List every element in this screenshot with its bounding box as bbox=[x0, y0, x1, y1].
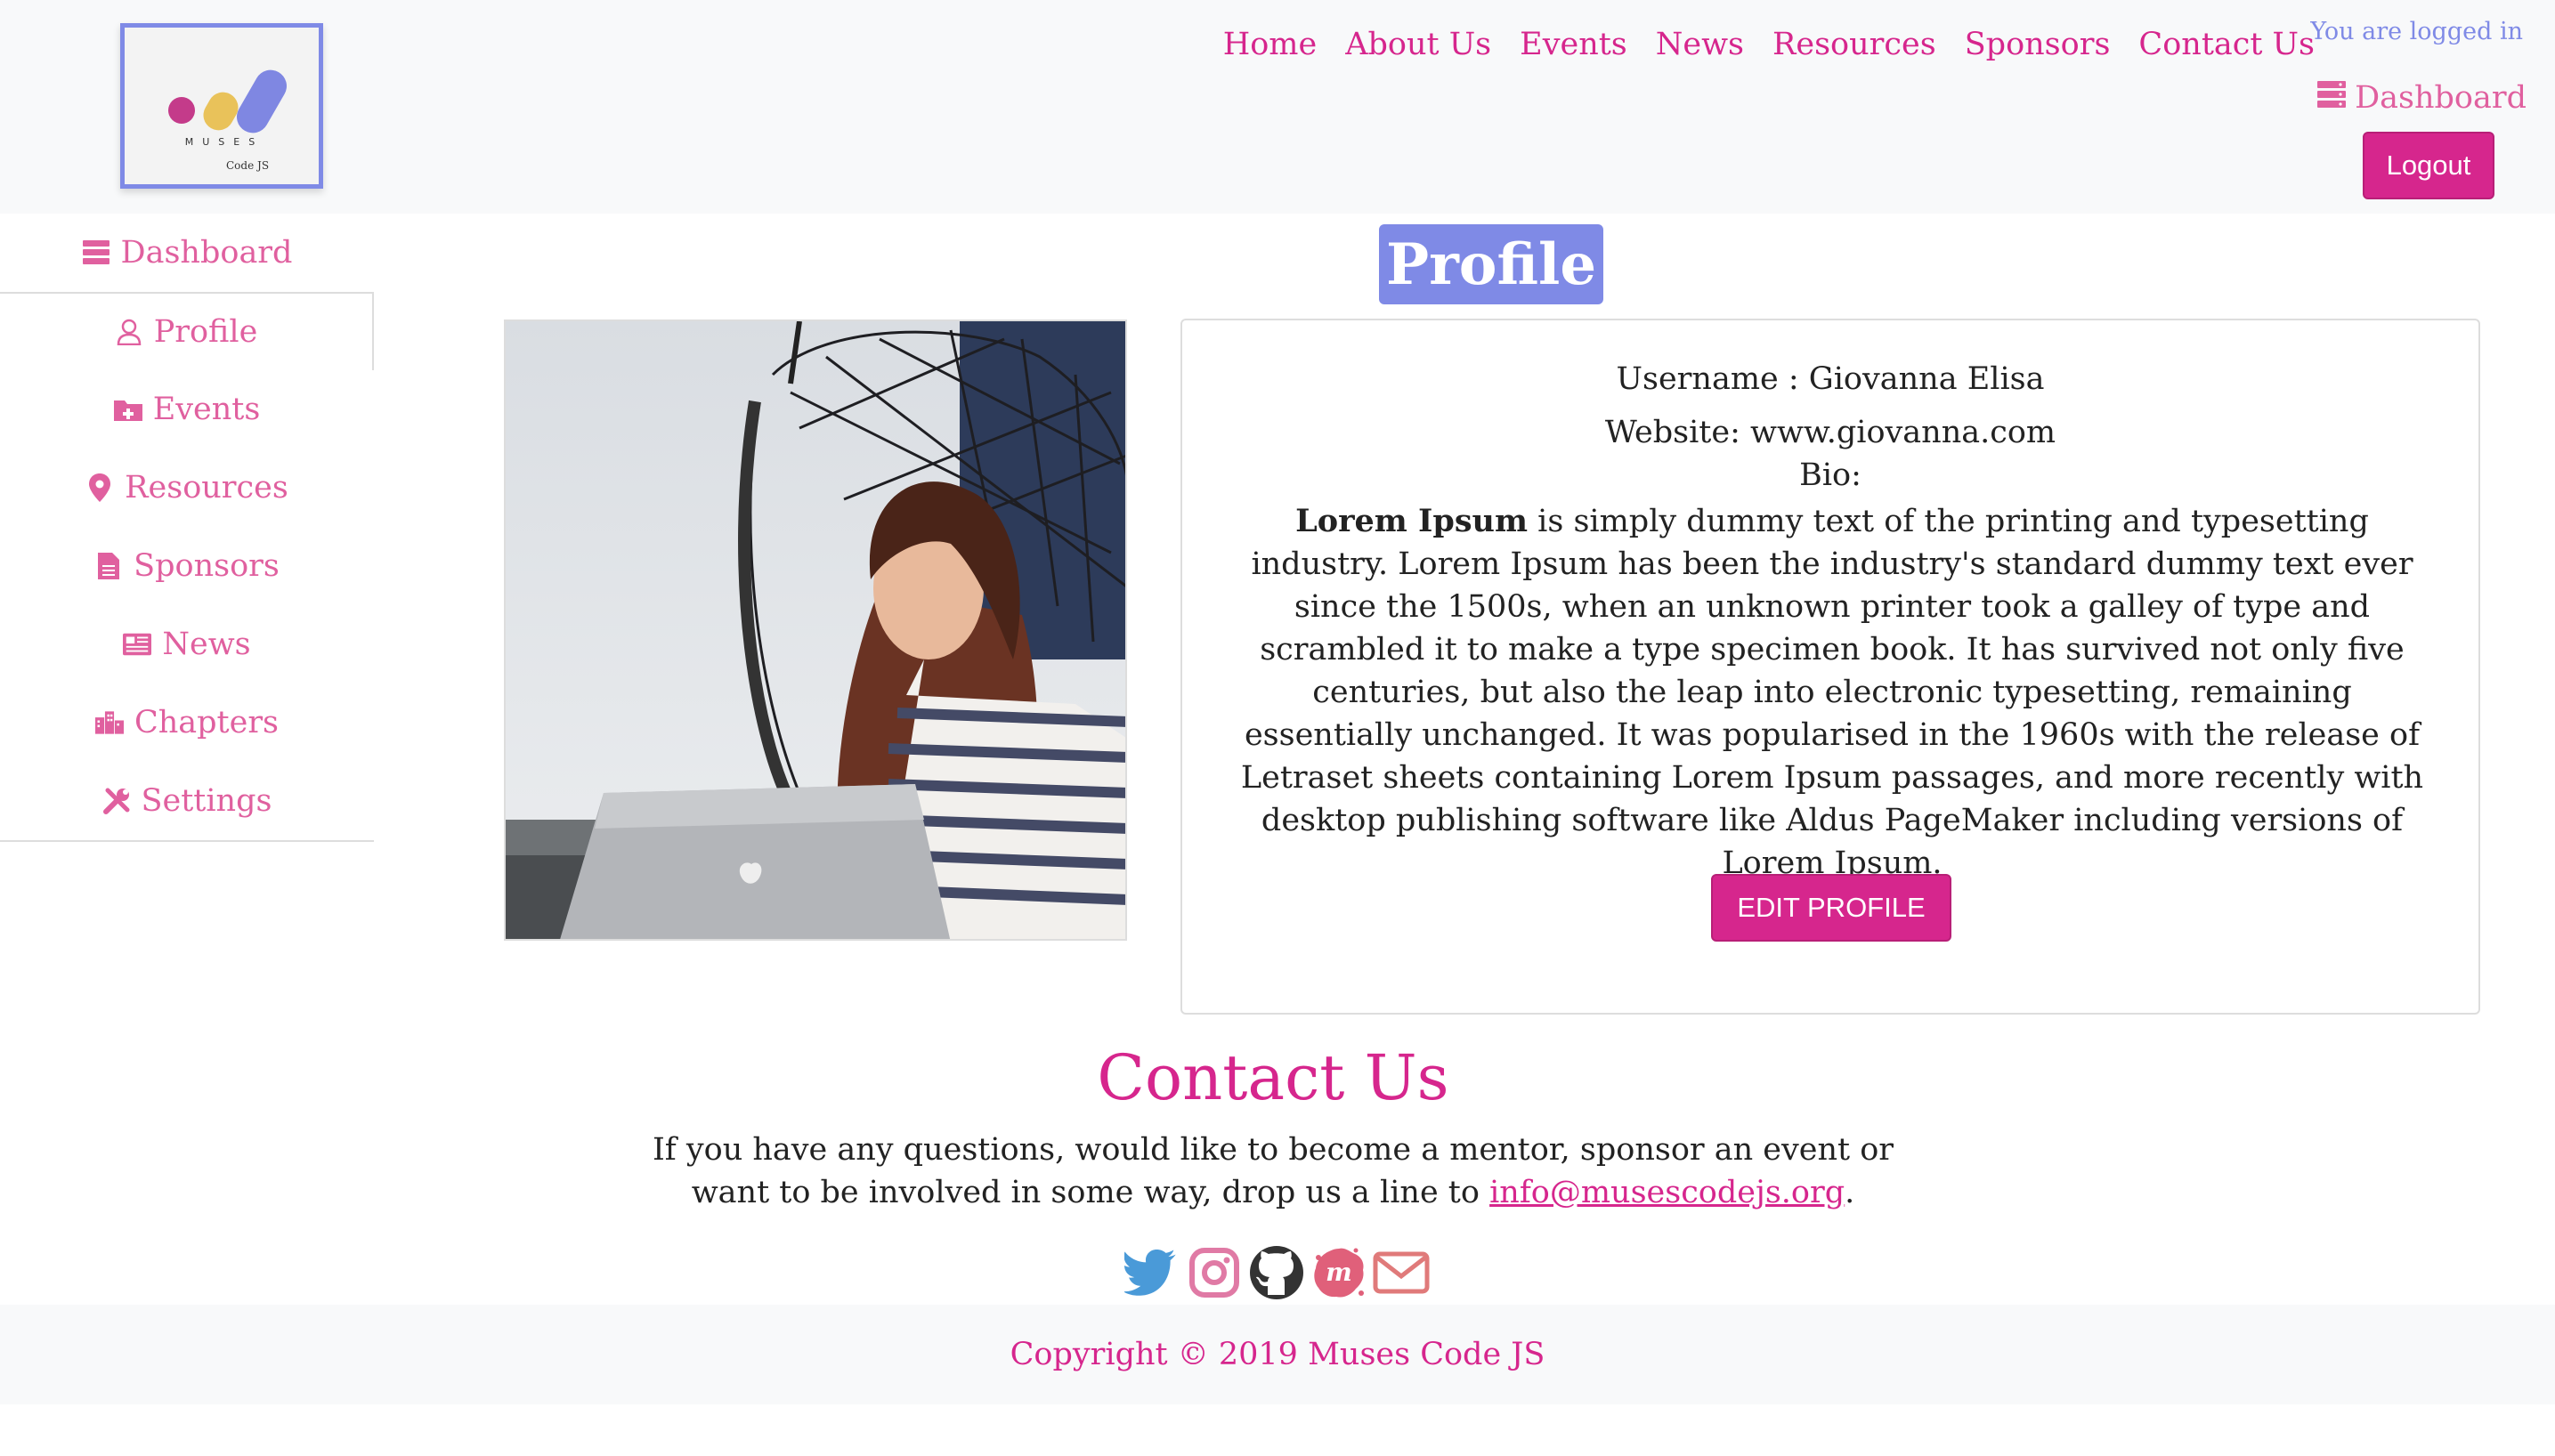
logo-name: MUSES bbox=[184, 136, 264, 148]
map-marker-icon bbox=[85, 473, 114, 502]
profile-website: Website: www.giovanna.com bbox=[1604, 415, 2056, 450]
edit-profile-button[interactable]: EDIT PROFILE bbox=[1711, 874, 1951, 942]
sidebar-item-label: Dashboard bbox=[120, 235, 293, 271]
folder-plus-icon bbox=[113, 395, 142, 424]
logo-sub: Code JS bbox=[226, 159, 270, 172]
sidebar-item-label: Profile bbox=[153, 314, 258, 350]
profile-bio-label: Bio: bbox=[1799, 457, 1862, 493]
nav-resources[interactable]: Resources bbox=[1772, 27, 1936, 62]
sidebar-item-label: Chapters bbox=[134, 705, 280, 740]
nav-sponsors[interactable]: Sponsors bbox=[1965, 27, 2111, 62]
logged-in-status: You are logged in bbox=[2310, 18, 2523, 45]
file-icon bbox=[94, 552, 123, 580]
user-icon bbox=[115, 318, 143, 346]
instagram-icon[interactable] bbox=[1186, 1244, 1243, 1301]
profile-username: Username : Giovanna Elisa bbox=[1616, 361, 2045, 397]
header: MUSES Code JS Home About Us Events News … bbox=[0, 0, 2555, 214]
sidebar-item-profile[interactable]: Profile bbox=[0, 292, 374, 370]
sidebar-item-label: Events bbox=[152, 392, 261, 427]
footer: Copyright © 2019 Muses Code JS bbox=[0, 1305, 2555, 1404]
tools-icon bbox=[102, 787, 131, 815]
contact-title: Contact Us bbox=[1097, 1041, 1449, 1114]
contact-email-link[interactable]: info@musescodejs.org bbox=[1489, 1175, 1845, 1210]
logo[interactable]: MUSES Code JS bbox=[120, 23, 323, 189]
sidebar-item-settings[interactable]: Settings bbox=[0, 762, 374, 840]
profile-card: Username : Giovanna Elisa Website: www.g… bbox=[1180, 319, 2480, 1015]
github-icon[interactable] bbox=[1248, 1244, 1305, 1301]
header-dashboard-link[interactable]: Dashboard bbox=[2317, 80, 2527, 116]
sidebar: Dashboard Profile Events Resources Spons… bbox=[0, 214, 374, 842]
contact-text: If you have any questions, would like to… bbox=[623, 1128, 1923, 1214]
header-dashboard-label: Dashboard bbox=[2355, 80, 2527, 116]
logo-dot bbox=[168, 97, 195, 124]
twitter-icon[interactable] bbox=[1123, 1244, 1180, 1301]
profile-photo bbox=[504, 320, 1127, 941]
nav-news[interactable]: News bbox=[1656, 27, 1744, 62]
city-icon bbox=[94, 708, 124, 737]
sidebar-item-label: Resources bbox=[125, 470, 288, 506]
bio-text: is simply dummy text of the printing and… bbox=[1240, 504, 2424, 881]
nav-home[interactable]: Home bbox=[1223, 27, 1318, 62]
sidebar-item-label: News bbox=[162, 627, 251, 662]
contact-end: . bbox=[1845, 1175, 1855, 1210]
envelope-icon[interactable] bbox=[1373, 1244, 1430, 1301]
svg-text:m: m bbox=[1326, 1258, 1352, 1287]
nav-contact-us[interactable]: Contact Us bbox=[2138, 27, 2315, 62]
sidebar-item-resources[interactable]: Resources bbox=[0, 449, 374, 527]
logo-bar-blue bbox=[231, 64, 293, 139]
page-title: Profile bbox=[1379, 224, 1603, 304]
meetup-icon[interactable]: m bbox=[1310, 1244, 1367, 1301]
top-nav: Home About Us Events News Resources Spon… bbox=[1223, 27, 2315, 62]
newspaper-icon bbox=[123, 630, 152, 659]
bio-bold-text: Lorem Ipsum bbox=[1295, 503, 1529, 539]
sidebar-item-chapters[interactable]: Chapters bbox=[0, 684, 374, 762]
sidebar-item-label: Sponsors bbox=[134, 548, 280, 584]
server-icon bbox=[2317, 80, 2347, 116]
server-icon bbox=[82, 239, 110, 267]
profile-bio: Lorem Ipsum is simply dummy text of the … bbox=[1236, 500, 2429, 885]
sidebar-item-events[interactable]: Events bbox=[0, 370, 374, 449]
sidebar-item-label: Settings bbox=[141, 783, 272, 819]
logout-button[interactable]: Logout bbox=[2363, 132, 2494, 199]
nav-about-us[interactable]: About Us bbox=[1345, 27, 1491, 62]
sidebar-item-news[interactable]: News bbox=[0, 605, 374, 684]
copyright: Copyright © 2019 Muses Code JS bbox=[1010, 1337, 1545, 1372]
nav-events[interactable]: Events bbox=[1520, 27, 1627, 62]
social-links: m bbox=[1123, 1244, 1430, 1301]
sidebar-item-dashboard[interactable]: Dashboard bbox=[0, 214, 374, 292]
sidebar-item-sponsors[interactable]: Sponsors bbox=[0, 527, 374, 605]
